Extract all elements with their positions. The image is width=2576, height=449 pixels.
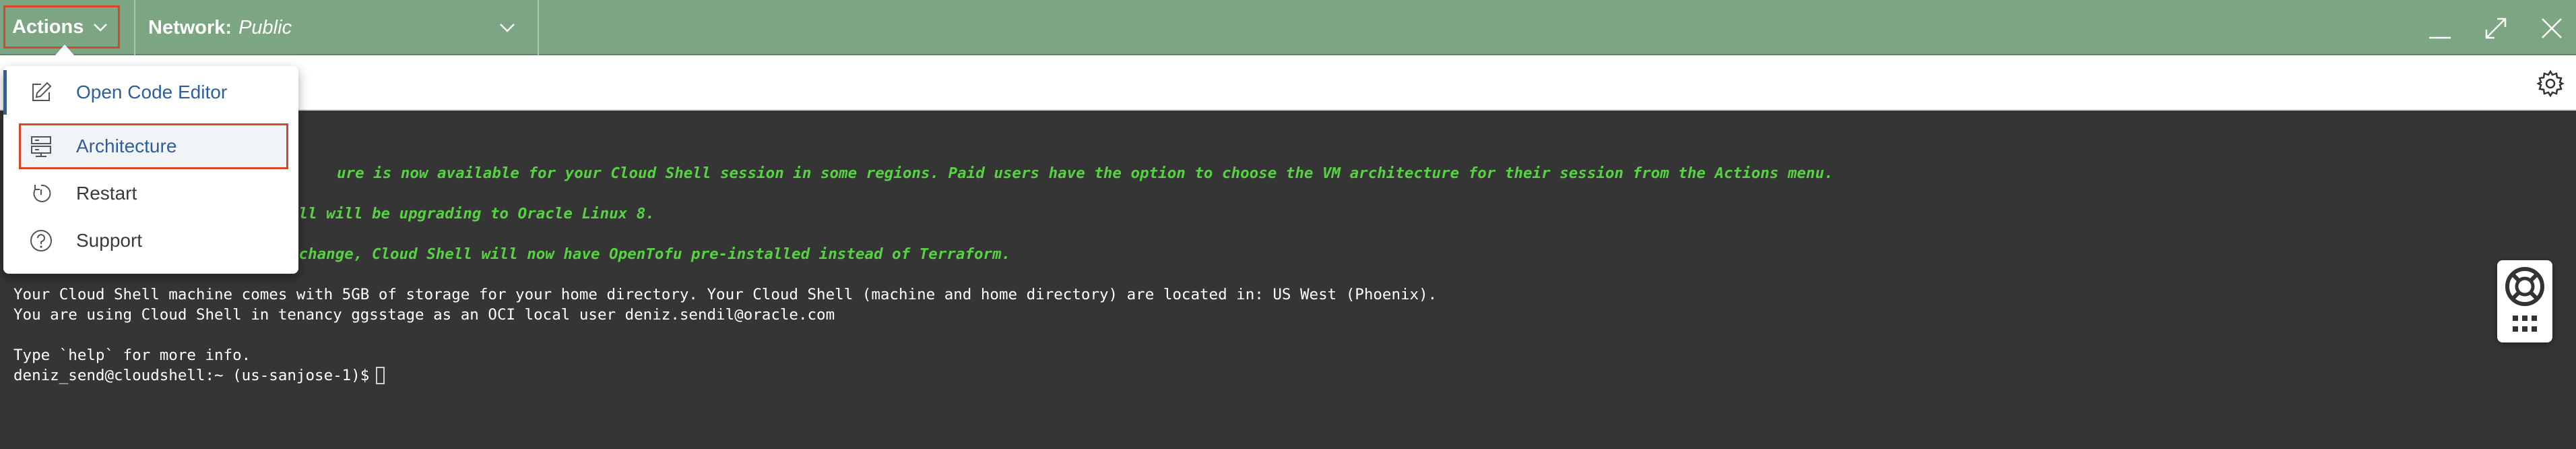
shell-toolbar <box>0 55 2576 111</box>
info-line: Your Cloud Shell machine comes with 5GB … <box>13 286 1438 303</box>
restart-icon <box>33 184 51 202</box>
network-chevron-down-icon[interactable] <box>497 18 517 38</box>
menu-item-architecture[interactable]: Architecture <box>3 123 298 170</box>
terminal-cursor <box>376 367 385 384</box>
edit-icon <box>32 82 52 101</box>
gear-icon[interactable] <box>2536 69 2565 98</box>
network-value: Public <box>238 16 292 38</box>
menu-item-label: Restart <box>76 183 137 204</box>
menu-item-label: Open Code Editor <box>76 82 228 102</box>
banner-line: ure is now available for your Cloud Shel… <box>337 164 1834 182</box>
actions-dropdown-menu: Open Code Editor Architecture Restart Su… <box>3 66 298 274</box>
menu-item-restart[interactable]: Restart <box>3 170 298 217</box>
menu-item-open-code-editor[interactable]: Open Code Editor <box>3 69 298 116</box>
menu-caret <box>55 44 74 55</box>
banner-line: change, Cloud Shell will now have OpenTo… <box>290 245 1011 263</box>
actions-label: Actions <box>12 16 84 38</box>
menu-item-label: Support <box>76 230 143 251</box>
actions-menu-button[interactable]: Actions <box>3 5 120 49</box>
cloud-shell-header: Actions Network: Public <box>0 0 2576 55</box>
chevron-down-icon <box>94 24 107 32</box>
maximize-icon[interactable] <box>2482 15 2509 42</box>
banner-line: ell will be upgrading to Oracle Linux 8. <box>290 205 655 222</box>
lifebuoy-icon <box>2505 267 2544 306</box>
close-icon[interactable] <box>2538 15 2565 42</box>
menu-item-support[interactable]: Support <box>3 217 298 264</box>
header-divider <box>538 0 539 55</box>
info-line: You are using Cloud Shell in tenancy ggs… <box>13 306 835 324</box>
architecture-icon <box>31 136 51 157</box>
header-divider <box>134 0 135 55</box>
menu-item-label: Architecture <box>76 136 177 156</box>
network-label: Network: <box>148 16 232 38</box>
help-widget[interactable] <box>2497 260 2552 342</box>
network-selector[interactable]: Network: Public <box>148 0 292 55</box>
help-circle-icon <box>30 230 52 251</box>
cloud-shell-window: Actions Network: Public ure is now avail… <box>0 0 2576 449</box>
prompt-text: deniz_send@cloudshell:~ (us-sanjose-1)$ <box>13 367 370 384</box>
info-line: Type `help` for more info. <box>13 347 251 364</box>
terminal[interactable]: ure is now available for your Cloud Shel… <box>0 111 2576 449</box>
shell-prompt: deniz_send@cloudshell:~ (us-sanjose-1)$ <box>13 367 385 384</box>
grid-icon <box>2513 316 2537 332</box>
minimize-icon[interactable] <box>2426 15 2453 42</box>
